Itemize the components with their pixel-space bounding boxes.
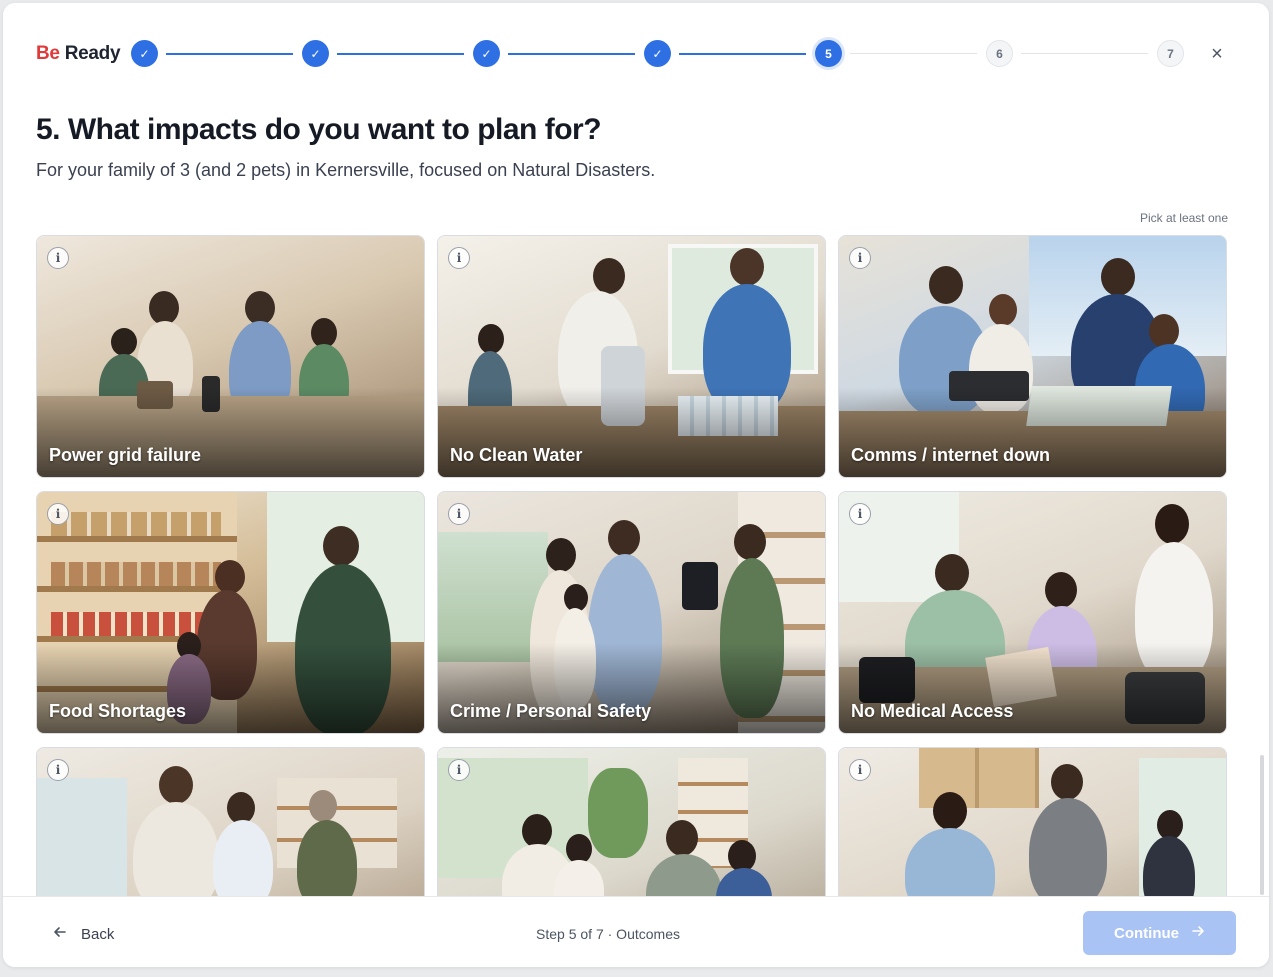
info-icon[interactable]: i bbox=[448, 503, 470, 525]
card-label: Power grid failure bbox=[49, 445, 202, 465]
step-connector-2 bbox=[337, 53, 464, 55]
continue-label: Continue bbox=[1114, 924, 1179, 942]
info-icon[interactable]: i bbox=[448, 759, 470, 781]
step-connector-3 bbox=[508, 53, 635, 55]
info-icon[interactable]: i bbox=[47, 247, 69, 269]
step-7-upcoming: 7 bbox=[1157, 40, 1184, 67]
close-icon[interactable]: × bbox=[1207, 44, 1227, 64]
brand-be: Be bbox=[36, 43, 60, 64]
brand-ready: Ready bbox=[64, 43, 121, 64]
info-icon[interactable]: i bbox=[849, 247, 871, 269]
step-5-current: 5 bbox=[815, 40, 842, 67]
step-2-complete[interactable]: ✓ bbox=[302, 40, 329, 67]
page-title: 5. What impacts do you want to plan for? bbox=[36, 113, 602, 146]
card-label: Comms / internet down bbox=[851, 445, 1051, 465]
page-scrollbar[interactable] bbox=[1260, 755, 1264, 895]
step-indicator-text: Step 5 of 7 · Outcomes bbox=[536, 926, 680, 942]
step-connector-5 bbox=[850, 53, 977, 54]
info-icon[interactable]: i bbox=[448, 247, 470, 269]
impact-card-comms-internet-down[interactable]: i Comms / internet down bbox=[838, 235, 1227, 478]
selection-hint: Pick at least one bbox=[1139, 211, 1228, 225]
arrow-right-icon bbox=[1191, 924, 1205, 942]
impact-card-no-clean-water[interactable]: i No Clean Water bbox=[437, 235, 826, 478]
wizard-header: Be Ready ✓ ✓ ✓ ✓ 5 6 7 × bbox=[3, 3, 1269, 103]
continue-button[interactable]: Continue bbox=[1083, 911, 1236, 955]
card-label: No Clean Water bbox=[450, 445, 583, 465]
check-icon: ✓ bbox=[481, 46, 492, 61]
impact-card-no-medical-access[interactable]: i No Medical Access bbox=[838, 491, 1227, 734]
check-icon: ✓ bbox=[139, 46, 150, 61]
step-connector-6 bbox=[1021, 53, 1148, 54]
check-icon: ✓ bbox=[310, 46, 321, 61]
info-icon[interactable]: i bbox=[47, 503, 69, 525]
check-icon: ✓ bbox=[652, 46, 663, 61]
wizard-modal: Be Ready ✓ ✓ ✓ ✓ 5 6 7 × 5. What impacts… bbox=[3, 3, 1269, 967]
step-3-complete[interactable]: ✓ bbox=[473, 40, 500, 67]
step-4-complete[interactable]: ✓ bbox=[644, 40, 671, 67]
info-icon[interactable]: i bbox=[47, 759, 69, 781]
step-1-complete[interactable]: ✓ bbox=[131, 40, 158, 67]
page-subtitle: For your family of 3 (and 2 pets) in Ker… bbox=[36, 160, 656, 180]
step-connector-4 bbox=[679, 53, 806, 55]
step-6-upcoming: 6 bbox=[986, 40, 1013, 67]
wizard-footer: Back Step 5 of 7 · Outcomes Continue bbox=[3, 896, 1269, 967]
impact-card-crime-personal-safety[interactable]: i Crime / Personal Safety bbox=[437, 491, 826, 734]
impact-card-power-grid-failure[interactable]: i Power grid failure bbox=[36, 235, 425, 478]
brand-logo: Be Ready bbox=[36, 43, 121, 65]
card-label: Food Shortages bbox=[49, 701, 187, 721]
info-icon[interactable]: i bbox=[849, 503, 871, 525]
impact-card-food-shortages[interactable]: i Food Shortages bbox=[36, 491, 425, 734]
step-connector-1 bbox=[166, 53, 293, 55]
card-label: Crime / Personal Safety bbox=[450, 701, 652, 721]
card-label: No Medical Access bbox=[851, 701, 1014, 721]
info-icon[interactable]: i bbox=[849, 759, 871, 781]
